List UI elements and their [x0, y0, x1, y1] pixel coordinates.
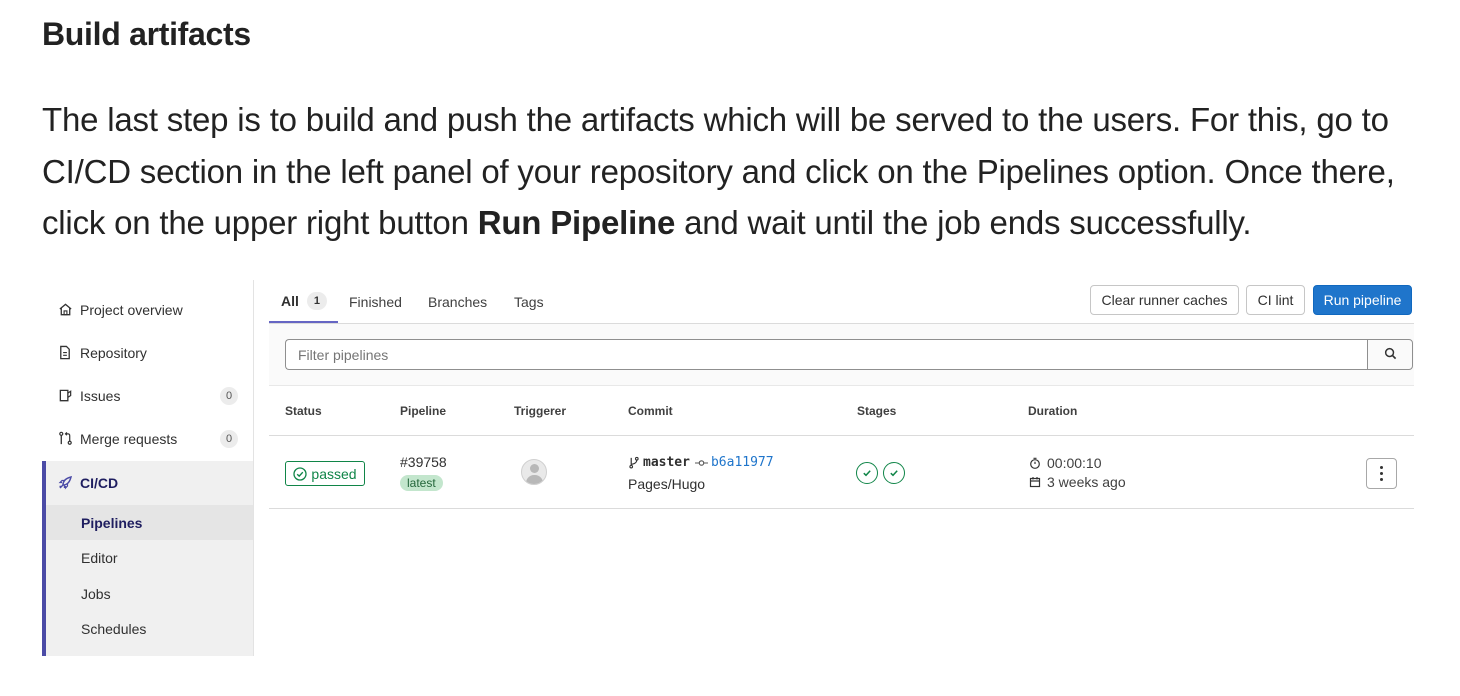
pipeline-id-link[interactable]: #39758 — [400, 454, 447, 470]
gitlab-pipelines-screenshot: Project overview Repository Issues 0 Mer… — [42, 280, 1414, 660]
sidebar-item-label: Issues — [80, 387, 121, 404]
duration-value: 00:00:10 — [1047, 455, 1102, 471]
commit-ref: master b6a11977 — [628, 455, 774, 470]
issues-count-badge: 0 — [220, 387, 238, 405]
duration: 00:00:10 — [1028, 455, 1102, 471]
sidebar-item-cicd[interactable]: CI/CD — [46, 461, 253, 504]
finished-time: 3 weeks ago — [1028, 474, 1126, 490]
avatar[interactable] — [521, 459, 547, 485]
pipelines-main: All 1 Finished Branches Tags Clear runne… — [269, 280, 1414, 660]
sidebar-item-issues[interactable]: Issues 0 — [42, 374, 253, 417]
sidebar-item-project-overview[interactable]: Project overview — [42, 288, 253, 331]
sidebar-subitem-schedules[interactable]: Schedules — [46, 611, 253, 646]
sidebar-item-label: Project overview — [80, 301, 183, 318]
ci-lint-button[interactable]: CI lint — [1246, 285, 1305, 315]
sidebar-item-label: Merge requests — [80, 430, 178, 447]
calendar-icon — [1028, 476, 1042, 488]
issues-icon — [57, 388, 73, 404]
tab-finished[interactable]: Finished — [349, 280, 402, 324]
latest-badge: latest — [400, 475, 443, 491]
tab-all[interactable]: All 1 — [269, 280, 338, 323]
check-icon — [862, 468, 872, 478]
header-duration: Duration — [1028, 404, 1078, 418]
clear-runner-caches-button[interactable]: Clear runner caches — [1090, 285, 1239, 315]
sidebar-item-merge-requests[interactable]: Merge requests 0 — [42, 417, 253, 460]
timer-icon — [1028, 457, 1042, 469]
header-status: Status — [285, 404, 322, 418]
sidebar-item-repository[interactable]: Repository — [42, 331, 253, 374]
header-triggerer: Triggerer — [514, 404, 567, 418]
tab-tags[interactable]: Tags — [514, 280, 544, 324]
commit-icon — [694, 458, 708, 468]
sidebar-subitem-jobs[interactable]: Jobs — [46, 576, 253, 611]
rocket-icon — [57, 475, 73, 491]
filter-pipelines-input[interactable] — [285, 339, 1367, 370]
check-circle-icon — [293, 466, 311, 481]
doc-icon — [57, 345, 73, 361]
search-icon — [1384, 347, 1397, 363]
tab-branches[interactable]: Branches — [428, 280, 487, 324]
check-icon — [889, 468, 899, 478]
header-stages: Stages — [857, 404, 897, 418]
home-icon — [57, 302, 73, 318]
commit-title-link[interactable]: Pages/Hugo — [628, 476, 705, 492]
merge-requests-count-badge: 0 — [220, 430, 238, 448]
branch-link[interactable]: master — [643, 455, 690, 470]
merge-request-icon — [57, 431, 73, 447]
pipeline-tabs: All 1 Finished Branches Tags Clear runne… — [269, 280, 1414, 324]
commit-sha-link[interactable]: b6a11977 — [711, 455, 774, 470]
tab-label: All — [281, 292, 299, 309]
run-pipeline-button[interactable]: Run pipeline — [1313, 285, 1412, 315]
sidebar-item-label: Repository — [80, 344, 147, 361]
paragraph-text-after: and wait until the job ends successfully… — [675, 204, 1252, 241]
header-pipeline: Pipeline — [400, 404, 447, 418]
header-commit: Commit — [628, 404, 673, 418]
sidebar: Project overview Repository Issues 0 Mer… — [42, 280, 254, 656]
filter-bar — [269, 324, 1414, 386]
sidebar-subitem-editor[interactable]: Editor — [46, 540, 253, 575]
table-header-divider — [269, 435, 1414, 436]
status-label: passed — [311, 465, 357, 482]
article-title: Build artifacts — [42, 16, 251, 52]
branch-icon — [628, 456, 640, 469]
table-row-divider — [269, 508, 1414, 509]
stage-status-button[interactable] — [883, 462, 905, 484]
more-actions-button[interactable] — [1366, 458, 1397, 489]
article-paragraph: The last step is to build and push the a… — [42, 94, 1432, 249]
finished-value: 3 weeks ago — [1047, 474, 1126, 490]
stage-status-button[interactable] — [856, 462, 878, 484]
tab-count-badge: 1 — [306, 291, 327, 310]
paragraph-bold: Run Pipeline — [477, 204, 676, 241]
sidebar-item-label: CI/CD — [80, 474, 119, 491]
status-badge[interactable]: passed — [285, 461, 365, 486]
sidebar-subitem-pipelines[interactable]: Pipelines — [46, 505, 253, 540]
filter-search-button[interactable] — [1367, 339, 1413, 370]
